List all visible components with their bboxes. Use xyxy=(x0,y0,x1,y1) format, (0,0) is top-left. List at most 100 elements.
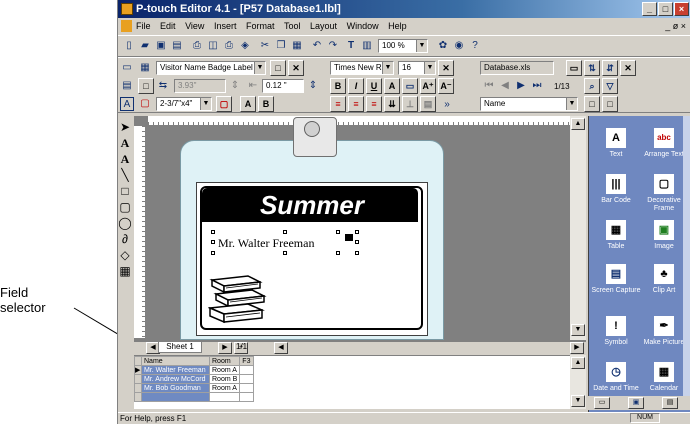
align-right-button[interactable]: ≡ xyxy=(366,96,382,112)
scroll-down-icon[interactable]: ▼ xyxy=(571,395,585,407)
label-type-select[interactable]: Visitor Name Badge Label ▼ xyxy=(156,61,266,75)
save-icon[interactable]: ▣ xyxy=(154,39,168,53)
table-cell[interactable]: Room B xyxy=(208,374,241,384)
chevron-down-icon[interactable]: ▼ xyxy=(254,62,265,74)
outline-button[interactable]: A xyxy=(384,78,400,94)
table-cell[interactable] xyxy=(141,392,210,402)
table-cell[interactable]: Mr. Bob Goodman xyxy=(141,383,210,393)
selection-handle[interactable] xyxy=(283,230,287,234)
chevron-down-icon[interactable]: ▼ xyxy=(566,98,577,110)
align-top-button[interactable]: ⊥ xyxy=(402,96,418,112)
zoom-select[interactable]: 100 % ▼ xyxy=(378,39,428,53)
paste-icon[interactable]: ▦ xyxy=(290,39,304,53)
print-setup-icon[interactable]: ⎙ xyxy=(190,39,204,53)
sort-descending-button[interactable]: ⇵ xyxy=(602,60,618,76)
selection-handle[interactable] xyxy=(211,240,215,244)
panel-item-text[interactable]: A Text xyxy=(591,128,641,159)
close-button[interactable]: × xyxy=(674,2,689,16)
frame-button[interactable]: □ xyxy=(138,78,154,94)
align-left-button[interactable]: ≡ xyxy=(330,96,346,112)
scroll-left-icon[interactable]: ◀ xyxy=(274,342,288,354)
line-tool-icon[interactable]: ╲ xyxy=(118,168,132,182)
rotate-button[interactable]: ✕ xyxy=(288,60,304,76)
table-cell[interactable]: Mr. Walter Freeman xyxy=(141,365,210,375)
search-button[interactable]: ⌕ xyxy=(584,78,600,94)
text-tool-icon[interactable]: A xyxy=(118,136,132,150)
text-tool-icon[interactable]: T xyxy=(344,39,358,53)
selection-handle[interactable] xyxy=(355,230,359,234)
scroll-up-icon[interactable]: ▲ xyxy=(571,357,585,369)
font-size-select[interactable]: 16 ▼ xyxy=(398,61,436,75)
panel-scrollbar[interactable] xyxy=(683,116,690,396)
previous-record-icon[interactable]: ◀ xyxy=(498,79,512,93)
length-icon[interactable]: ⇆ xyxy=(156,79,170,93)
table-cell[interactable] xyxy=(239,374,255,384)
database-open-button[interactable]: ▭ xyxy=(566,60,582,76)
rectangle-tool-icon[interactable]: □ xyxy=(118,184,132,198)
increase-size-button[interactable]: A⁺ xyxy=(420,78,436,94)
close-database-button[interactable]: ✕ xyxy=(620,60,636,76)
minimize-button[interactable]: _ xyxy=(642,2,657,16)
label-type-icon[interactable]: ▦ xyxy=(138,61,152,75)
selected-object[interactable] xyxy=(345,234,353,241)
table-cell[interactable] xyxy=(239,365,255,375)
margin-icon[interactable]: ⇤ xyxy=(246,79,260,93)
length-spin-icon[interactable]: ⇕ xyxy=(228,79,242,93)
panel-item-calendar[interactable]: ▦ Calendar xyxy=(639,362,689,393)
next-record-icon[interactable]: ▶ xyxy=(514,79,528,93)
sheet-next-icon[interactable]: ▶ xyxy=(218,342,232,354)
save-all-icon[interactable]: ▤ xyxy=(170,39,184,53)
table-cell[interactable]: Room A xyxy=(208,365,241,375)
tape-size-icon[interactable]: ▢ xyxy=(138,97,152,111)
canvas-vertical-scrollbar[interactable]: ▲ ▼ xyxy=(570,116,586,340)
copy-icon[interactable]: ❐ xyxy=(274,39,288,53)
scroll-right-icon[interactable]: ▶ xyxy=(570,342,584,354)
tape-size-select[interactable]: 2-3/7"x4" ▼ xyxy=(156,97,212,111)
chevron-down-icon[interactable]: ▼ xyxy=(424,62,435,74)
title-bar[interactable]: P-touch Editor 4.1 - [P57 Database1.lbl] xyxy=(118,0,690,18)
books-clipart[interactable] xyxy=(208,272,268,326)
panel-item-arrange-text[interactable]: abc Arrange Text xyxy=(639,128,689,159)
selection-handle[interactable] xyxy=(336,230,340,234)
menu-insert[interactable]: Insert xyxy=(214,18,237,34)
table-cell[interactable] xyxy=(208,392,241,402)
table-cell[interactable]: Mr. Andrew McCord xyxy=(141,374,210,384)
margin-field[interactable]: 0.12 " xyxy=(262,79,304,93)
menu-help[interactable]: Help xyxy=(388,18,407,34)
maximize-button[interactable]: □ xyxy=(658,2,673,16)
row-header[interactable] xyxy=(134,392,142,402)
cut-icon[interactable]: ✂ xyxy=(258,39,272,53)
table-cell[interactable]: Room A xyxy=(208,383,241,393)
page-setup-icon[interactable]: ▭ xyxy=(120,61,134,75)
column-header-room[interactable]: Room xyxy=(208,356,241,366)
selection-handle[interactable] xyxy=(355,240,359,244)
align-center-button[interactable]: ≡ xyxy=(348,96,364,112)
insert-field-button[interactable]: □ xyxy=(602,96,618,112)
sheet-tab[interactable]: Sheet 1 xyxy=(158,341,202,353)
select-arrow-icon[interactable]: ➤ xyxy=(118,120,132,134)
selection-handle[interactable] xyxy=(211,230,215,234)
print-icon[interactable]: ⎙ xyxy=(222,39,236,53)
text-panel-icon[interactable]: A xyxy=(120,97,134,111)
selection-handle[interactable] xyxy=(355,251,359,255)
magnify-icon[interactable]: ◉ xyxy=(452,39,466,53)
orientation-button[interactable]: □ xyxy=(270,60,286,76)
panel-item-bar-code[interactable]: ||| Bar Code xyxy=(591,174,641,205)
table-row[interactable] xyxy=(134,392,255,402)
panel-item-table[interactable]: ▦ Table xyxy=(591,220,641,251)
underline-button[interactable]: U xyxy=(366,78,382,94)
app-logo-icon[interactable] xyxy=(121,3,133,15)
decrease-size-button[interactable]: A⁻ xyxy=(438,78,454,94)
panel-item-date-time[interactable]: ◷ Date and Time xyxy=(591,362,641,393)
selection-handle[interactable] xyxy=(211,251,215,255)
table-row[interactable]: Mr. Andrew McCord Room B xyxy=(134,374,255,384)
row-header[interactable] xyxy=(134,374,142,384)
menu-layout[interactable]: Layout xyxy=(310,18,337,34)
property-icon[interactable]: ▥ xyxy=(360,39,374,53)
column-header-name[interactable]: Name xyxy=(141,356,210,366)
freehand-tool-icon[interactable]: ◇ xyxy=(118,248,132,262)
rounded-rectangle-tool-icon[interactable]: ▢ xyxy=(118,200,132,214)
database-vertical-scrollbar[interactable]: ▲ ▼ xyxy=(570,355,586,409)
close-format-button[interactable]: ✕ xyxy=(438,60,454,76)
justify-button[interactable]: ▤ xyxy=(420,96,436,112)
